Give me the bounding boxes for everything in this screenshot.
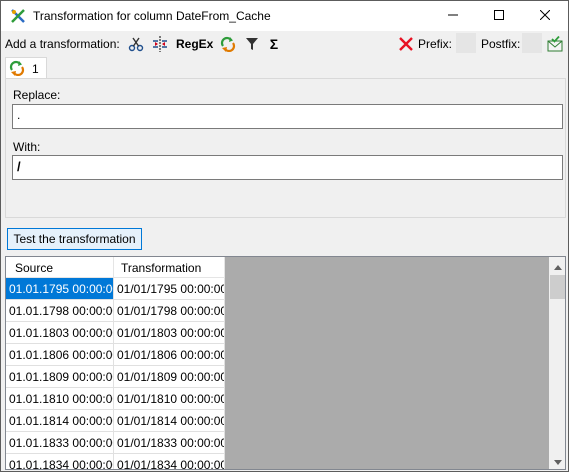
column-header-source[interactable]: Source — [6, 257, 114, 278]
close-icon — [539, 9, 551, 23]
cell-transformation[interactable]: 01/01/1806 00:00:00 — [114, 344, 225, 366]
regex-icon[interactable]: RegEx — [176, 37, 213, 51]
test-transformation-button[interactable]: Test the transformation — [7, 228, 142, 250]
cell-source[interactable]: 01.01.1803 00:00:00 — [6, 322, 114, 344]
replace-arrows-icon[interactable] — [219, 35, 237, 53]
cell-source[interactable]: 01.01.1833 00:00:00 — [6, 432, 114, 454]
close-button[interactable] — [522, 1, 568, 31]
table-row[interactable]: 01.01.1798 00:00:00 01/01/1798 00:00:00 — [6, 300, 225, 322]
replace-arrows-icon — [9, 60, 25, 77]
postfix-label: Postfix: — [481, 37, 521, 51]
cell-source[interactable]: 01.01.1834 00:00:00 — [6, 454, 114, 469]
cell-transformation[interactable]: 01/01/1798 00:00:00 — [114, 300, 225, 322]
vertical-scrollbar[interactable] — [549, 257, 565, 469]
scroll-up-button[interactable] — [549, 257, 565, 274]
cell-transformation[interactable]: 01/01/1795 00:00:00 — [114, 278, 225, 300]
cell-source[interactable]: 01.01.1814 00:00:00 — [6, 410, 114, 432]
cell-transformation[interactable]: 01/01/1814 00:00:00 — [114, 410, 225, 432]
scroll-thumb[interactable] — [550, 275, 565, 299]
postfix-input[interactable] — [522, 33, 542, 53]
table-row[interactable]: 01.01.1833 00:00:00 01/01/1833 00:00:00 — [6, 432, 225, 454]
title-bar[interactable]: Transformation for column DateFrom_Cache — [1, 1, 568, 31]
minimize-icon — [448, 9, 458, 23]
cell-source[interactable]: 01.01.1806 00:00:00 — [6, 344, 114, 366]
cell-transformation[interactable]: 01/01/1803 00:00:00 — [114, 322, 225, 344]
minimize-button[interactable] — [430, 1, 476, 31]
table-row[interactable]: 01.01.1810 00:00:00 01/01/1810 00:00:00 — [6, 388, 225, 410]
transformation-window: Transformation for column DateFrom_Cache… — [0, 0, 569, 472]
with-label: With: — [13, 140, 41, 154]
chevron-down-icon — [553, 454, 562, 468]
table-row[interactable]: 01.01.1803 00:00:00 01/01/1803 00:00:00 — [6, 322, 225, 344]
with-input[interactable]: / — [12, 155, 563, 180]
table-row[interactable]: 01.01.1795 00:00:00 01/01/1795 00:00:00 — [6, 278, 225, 300]
cell-source[interactable]: 01.01.1798 00:00:00 — [6, 300, 114, 322]
cell-source[interactable]: 01.01.1795 00:00:00 — [6, 278, 114, 300]
replace-label: Replace: — [13, 88, 61, 102]
tab-panel: Replace: . With: / — [5, 78, 566, 218]
replace-input[interactable]: . — [12, 104, 563, 129]
cell-transformation[interactable]: 01/01/1809 00:00:00 — [114, 366, 225, 388]
filter-icon[interactable] — [243, 35, 261, 53]
table-row[interactable]: 01.01.1806 00:00:00 01/01/1806 00:00:00 — [6, 344, 225, 366]
cell-transformation[interactable]: 01/01/1810 00:00:00 — [114, 388, 225, 410]
table-row[interactable]: 01.01.1834 00:00:00 01/01/1834 00:00:00 — [6, 454, 225, 469]
cell-transformation[interactable]: 01/01/1834 00:00:00 — [114, 454, 225, 469]
red-x-icon[interactable] — [397, 35, 415, 53]
cell-source[interactable]: 01.01.1809 00:00:00 — [6, 366, 114, 388]
tab-1[interactable]: 1 — [5, 57, 47, 79]
envelope-check-icon[interactable] — [546, 35, 564, 53]
scroll-down-button[interactable] — [549, 452, 565, 469]
window-title: Transformation for column DateFrom_Cache — [33, 9, 271, 23]
sigma-icon[interactable]: Σ — [265, 35, 283, 53]
column-header-transformation[interactable]: Transformation — [114, 257, 225, 278]
transform-app-icon — [10, 8, 26, 24]
table-row[interactable]: 01.01.1814 00:00:00 01/01/1814 00:00:00 — [6, 410, 225, 432]
split-columns-icon[interactable] — [151, 35, 169, 53]
chevron-up-icon — [553, 259, 562, 273]
scissors-icon[interactable] — [127, 35, 145, 53]
cell-transformation[interactable]: 01/01/1833 00:00:00 — [114, 432, 225, 454]
results-grid[interactable]: Source Transformation 01.01.1795 00:00:0… — [5, 256, 566, 470]
tab-label: 1 — [32, 62, 39, 76]
add-transformation-label: Add a transformation: — [5, 37, 120, 51]
prefix-label: Prefix: — [418, 37, 453, 51]
cell-source[interactable]: 01.01.1810 00:00:00 — [6, 388, 114, 410]
maximize-icon — [494, 9, 504, 23]
table-row[interactable]: 01.01.1809 00:00:00 01/01/1809 00:00:00 — [6, 366, 225, 388]
transformation-toolbar: Add a transformation: RegEx Σ Prefix: Po… — [1, 31, 568, 57]
prefix-input[interactable] — [456, 33, 476, 53]
maximize-button[interactable] — [476, 1, 522, 31]
